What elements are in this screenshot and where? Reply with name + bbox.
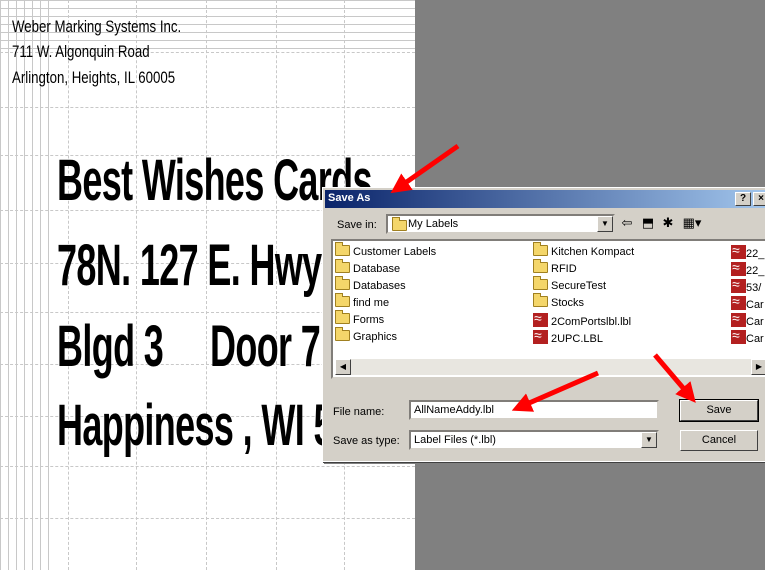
folder-icon	[335, 276, 350, 290]
label-file-icon	[731, 279, 746, 293]
folder-icon	[533, 276, 548, 290]
list-item[interactable]: Customer Labels	[335, 242, 437, 262]
list-item[interactable]: Forms	[335, 310, 436, 330]
label-file-icon	[731, 313, 746, 327]
folder-icon	[335, 242, 350, 256]
label-file-icon	[731, 330, 746, 344]
label-text-line[interactable]: 78N. 127 E. Hwy	[57, 232, 322, 299]
label-file-icon	[731, 262, 746, 276]
label-file-icon	[731, 245, 746, 259]
grid-line	[0, 466, 415, 467]
list-item-label: Databases	[353, 280, 406, 292]
folder-icon	[533, 259, 548, 273]
save-in-label: Save in:	[337, 219, 377, 231]
label-file-icon	[533, 330, 548, 344]
list-item[interactable]: Graphics	[335, 327, 436, 347]
chevron-down-icon[interactable]: ▼	[597, 216, 613, 232]
list-item[interactable]: SecureTest	[533, 276, 634, 296]
file-list[interactable]: Customer Labels Database Databases find …	[331, 239, 765, 379]
list-item-label: Customer Labels	[353, 246, 437, 258]
help-icon[interactable]: ?	[735, 192, 751, 206]
list-item-label: 2ComPortslbl.lbl	[551, 316, 632, 328]
address-line: Arlington, Heights, IL 60005	[12, 68, 176, 87]
back-arrow-icon[interactable]: ⇦	[618, 215, 636, 231]
grid-line	[0, 518, 415, 519]
list-item-label: 2UPC.LBL	[551, 333, 603, 345]
cancel-button[interactable]: Cancel	[680, 430, 758, 451]
list-item-label: 22_	[746, 265, 765, 277]
list-item[interactable]: 53/	[731, 279, 764, 296]
list-item-label: 53/	[746, 282, 762, 294]
save-as-type-label: Save as type:	[333, 435, 400, 447]
list-item-label: Graphics	[353, 331, 398, 343]
list-item[interactable]: 2ComPortslbl.lbl	[533, 313, 634, 330]
list-item[interactable]: 22_	[731, 262, 764, 279]
list-item-label: RFID	[551, 263, 577, 275]
list-item[interactable]: 2UPC.LBL	[533, 330, 634, 347]
label-file-icon	[533, 313, 548, 327]
list-item[interactable]: Car	[731, 313, 764, 330]
scroll-right-icon[interactable]: ▶	[751, 359, 765, 375]
list-item[interactable]: 22_	[731, 245, 764, 262]
list-item-label: Stocks	[551, 297, 585, 309]
label-text-line[interactable]: Blgd 3 Door 7	[57, 313, 321, 380]
save-button[interactable]: Save	[679, 399, 759, 422]
horizontal-scrollbar[interactable]: ◀ ▶	[335, 359, 765, 375]
list-item[interactable]: Stocks	[533, 293, 634, 313]
save-in-dropdown[interactable]: My Labels ▼	[386, 214, 615, 234]
list-item-label: find me	[353, 297, 390, 309]
list-item-label: Car	[746, 333, 764, 345]
list-item[interactable]: Car	[731, 330, 764, 347]
folder-icon	[335, 310, 350, 324]
list-item-label: 22_	[746, 248, 765, 260]
list-item-label: Car	[746, 299, 764, 311]
list-item[interactable]: Databases	[335, 276, 436, 296]
address-line: Weber Marking Systems Inc.	[12, 17, 182, 36]
folder-icon	[392, 217, 407, 231]
chevron-down-icon[interactable]: ▼	[641, 432, 657, 448]
file-name-field[interactable]: AllNameAddy.lbl	[409, 400, 659, 420]
grid-line	[0, 107, 415, 108]
list-item[interactable]: Database	[335, 259, 436, 279]
list-item-label: Forms	[353, 314, 385, 326]
list-item[interactable]: find me	[335, 293, 436, 313]
save-in-value: My Labels	[408, 218, 459, 230]
list-item-label: Database	[353, 263, 401, 275]
folder-icon	[533, 242, 548, 256]
list-item[interactable]: RFID	[533, 259, 634, 279]
folder-icon	[335, 293, 350, 307]
label-file-icon	[731, 296, 746, 310]
view-menu-icon[interactable]: ▦▾	[681, 215, 703, 231]
list-item[interactable]: Car	[731, 296, 764, 313]
save-as-dialog: Save As ? × Save in: My Labels ▼ ⇦ ⬒ ✱ ▦…	[322, 187, 765, 462]
dialog-title: Save As	[328, 192, 371, 204]
scroll-left-icon[interactable]: ◀	[335, 359, 351, 375]
close-icon[interactable]: ×	[753, 192, 765, 206]
up-folder-icon[interactable]: ⬒	[639, 215, 657, 231]
list-item-label: SecureTest	[551, 280, 607, 292]
folder-icon	[335, 259, 350, 273]
new-folder-icon[interactable]: ✱	[659, 215, 677, 231]
save-as-type-dropdown[interactable]: Label Files (*.lbl) ▼	[409, 430, 659, 450]
address-line: 711 W. Algonquin Road	[12, 42, 150, 61]
save-as-type-value: Label Files (*.lbl)	[414, 434, 496, 446]
folder-icon	[335, 327, 350, 341]
list-item-label: Car	[746, 316, 764, 328]
file-name-label: File name:	[333, 406, 385, 418]
folder-icon	[533, 293, 548, 307]
list-item[interactable]: Kitchen Kompact	[533, 242, 635, 262]
list-item-label: Kitchen Kompact	[551, 246, 635, 258]
dialog-titlebar[interactable]: Save As ? ×	[325, 190, 765, 208]
